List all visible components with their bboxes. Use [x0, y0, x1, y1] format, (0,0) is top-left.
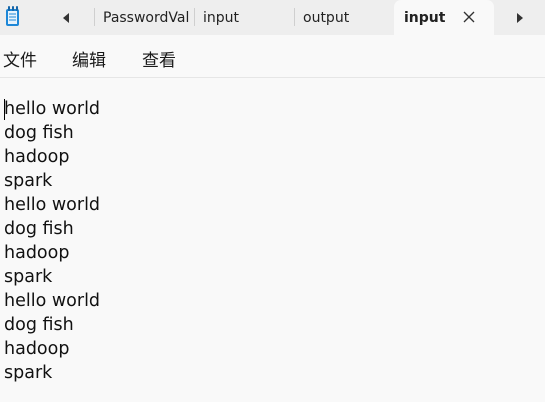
tab-separator	[94, 8, 95, 26]
tab-label: PasswordVal	[103, 9, 190, 26]
notepad-window: PasswordVal input output input 文件 编辑 查看	[0, 0, 545, 402]
tab-input-active[interactable]: input	[394, 0, 494, 35]
text-line: hello world	[4, 291, 101, 311]
menu-file[interactable]: 文件	[3, 46, 37, 71]
tab-label: input	[404, 9, 446, 26]
text-line: hadoop	[4, 243, 70, 263]
text-line: spark	[4, 171, 53, 191]
tab-bar: PasswordVal input output input	[0, 0, 545, 35]
close-icon[interactable]	[462, 10, 476, 24]
tab-output[interactable]: output	[294, 0, 390, 35]
text-line: hadoop	[4, 147, 70, 167]
menu-bar: 文件 编辑 查看	[0, 35, 545, 78]
tab-passwordval[interactable]: PasswordVal	[94, 0, 194, 35]
text-line: hello world	[4, 195, 101, 215]
text-line: hello world	[4, 99, 101, 119]
text-line: spark	[4, 267, 53, 287]
tab-scroll-left-button[interactable]	[52, 0, 80, 35]
tab-label: output	[303, 9, 350, 26]
text-line: dog fish	[4, 123, 74, 143]
text-line: spark	[4, 363, 53, 383]
tab-separator	[194, 8, 195, 26]
caret-right-icon	[517, 12, 523, 23]
text-line: dog fish	[4, 315, 74, 335]
text-line: hadoop	[4, 339, 70, 359]
tab-label: input	[203, 9, 240, 26]
tab-separator	[294, 8, 295, 26]
notepad-icon	[6, 6, 19, 26]
tab-scroll-right-button[interactable]	[506, 0, 534, 35]
tab-input[interactable]: input	[194, 0, 294, 35]
menu-edit[interactable]: 编辑	[72, 46, 106, 71]
caret-left-icon	[63, 12, 69, 23]
text-editor[interactable]: hello world dog fish hadoop spark hello worl…	[0, 78, 545, 402]
menu-view[interactable]: 查看	[142, 46, 176, 71]
text-line: dog fish	[4, 219, 74, 239]
